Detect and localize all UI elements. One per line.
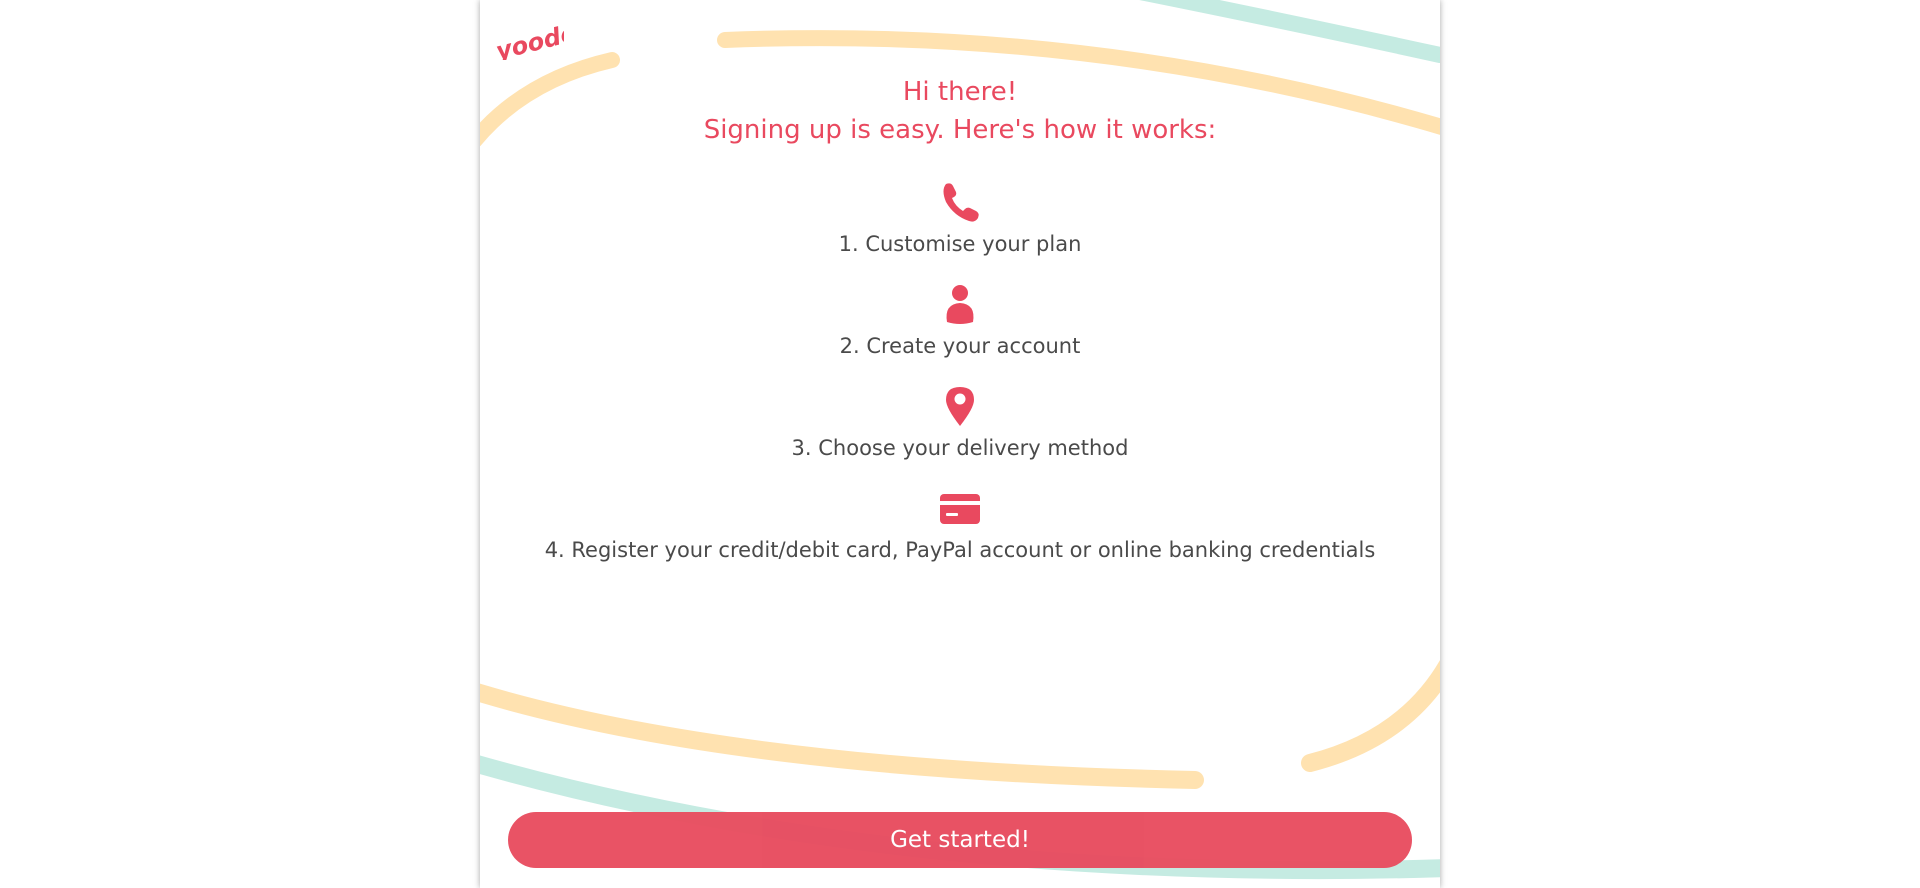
subtitle-text: Signing up is easy. Here's how it works: [703, 115, 1217, 145]
svg-text:yoodo: yoodo [493, 19, 564, 60]
step-label: 1. Customise your plan [838, 232, 1082, 256]
step-label: 4. Register your credit/debit card, PayP… [544, 538, 1376, 562]
swoosh-yellow-bottom [480, 683, 1204, 789]
map-pin-icon [946, 387, 974, 426]
step-label: 3. Choose your delivery method [791, 436, 1129, 460]
page: yoodo Hi there! Signing up is easy. Here… [0, 0, 1920, 888]
swoosh-yellow-bottom-right [1301, 660, 1440, 772]
steps-list: 1. Customise your plan 2. Create your ac… [480, 180, 1440, 588]
user-icon [946, 285, 974, 324]
step-register-payment: 4. Register your credit/debit card, PayP… [480, 486, 1440, 588]
step-delivery-method: 3. Choose your delivery method [480, 384, 1440, 486]
phone-icon [943, 183, 979, 222]
yoodo-logo: yoodo [493, 19, 564, 60]
page-heading: Hi there! Signing up is easy. Here's how… [480, 73, 1440, 149]
greeting-text: Hi there! [902, 77, 1018, 107]
signup-card: yoodo Hi there! Signing up is easy. Here… [480, 0, 1440, 888]
get-started-button[interactable]: Get started! [508, 812, 1412, 868]
credit-card-icon [940, 494, 980, 524]
swoosh-teal-top [1139, 0, 1440, 63]
step-label: 2. Create your account [839, 334, 1081, 358]
step-customise-plan: 1. Customise your plan [480, 180, 1440, 282]
step-create-account: 2. Create your account [480, 282, 1440, 384]
